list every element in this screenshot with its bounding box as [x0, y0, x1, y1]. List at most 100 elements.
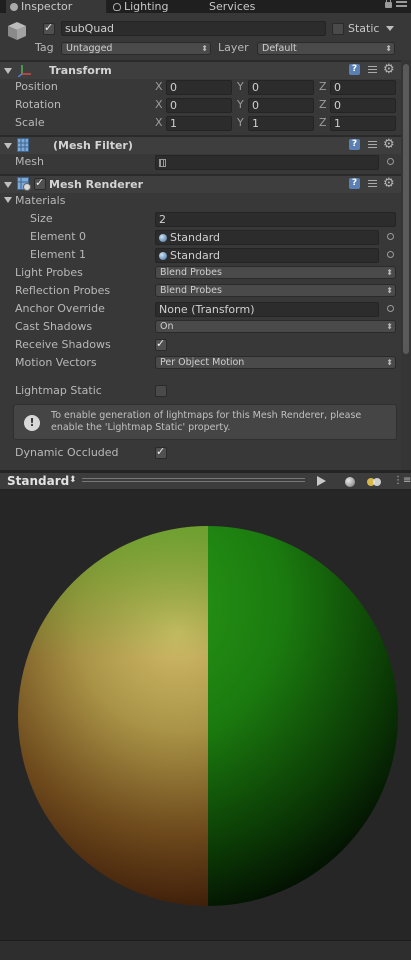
lightmap-static-label: Lightmap Static: [15, 384, 102, 397]
preset-icon[interactable]: [367, 64, 378, 75]
preset-icon[interactable]: [367, 139, 378, 150]
axis-y-label: Y: [237, 116, 244, 129]
transform-axes-icon: [18, 65, 31, 77]
tab-inspector[interactable]: Inspector: [6, 0, 107, 13]
lock-icon[interactable]: [385, 0, 392, 8]
gear-icon[interactable]: ⚙: [383, 137, 395, 152]
axis-z-label: Z: [319, 98, 327, 111]
preview-sphere[interactable]: [0, 490, 411, 940]
axis-x-label: X: [155, 80, 163, 93]
object-picker-icon[interactable]: [387, 233, 394, 240]
mesh-renderer-enabled-checkbox[interactable]: [34, 176, 46, 190]
element0-label: Element 0: [30, 230, 87, 243]
dynamic-occluded-label: Dynamic Occluded: [15, 446, 119, 459]
preview-footer: [0, 940, 411, 960]
mesh-object-field[interactable]: [155, 155, 379, 170]
object-picker-icon[interactable]: [387, 305, 394, 312]
dynamic-occluded-checkbox[interactable]: [155, 445, 167, 459]
anchor-override-field[interactable]: None (Transform): [155, 302, 379, 317]
preview-title-dropdown[interactable]: Standard: [7, 474, 69, 488]
materials-label[interactable]: Materials: [15, 194, 65, 207]
mesh-renderer-title: Mesh Renderer: [49, 178, 144, 191]
lightmap-static-checkbox[interactable]: [155, 385, 167, 397]
preview-toolbar: Standard ⬍ ⋮≡: [0, 473, 411, 490]
drag-handle[interactable]: [82, 478, 305, 484]
materials-size-field[interactable]: 2: [155, 212, 396, 227]
help-icon[interactable]: ?: [349, 139, 360, 150]
static-checkbox[interactable]: [332, 23, 344, 35]
element1-field[interactable]: Standard: [155, 248, 379, 263]
static-label: Static: [348, 22, 380, 35]
foldout-arrow-icon[interactable]: [4, 68, 12, 74]
preview-menu-icon[interactable]: ⋮≡: [393, 475, 411, 486]
layer-dropdown[interactable]: Default: [257, 42, 395, 55]
mesh-filter-icon: [17, 138, 29, 152]
scale-y-field[interactable]: 1: [248, 116, 314, 131]
position-x-field[interactable]: 0: [166, 80, 232, 95]
anchor-override-label: Anchor Override: [15, 302, 105, 315]
motion-vectors-label: Motion Vectors: [15, 356, 97, 369]
material-icon: [159, 252, 167, 260]
axis-z-label: Z: [319, 80, 327, 93]
dropdown-arrow-icon[interactable]: ⬍: [69, 475, 77, 485]
cast-shadows-label: Cast Shadows: [15, 320, 93, 333]
position-label: Position: [15, 80, 58, 93]
mesh-icon: [159, 159, 166, 167]
tab-services[interactable]: Services: [209, 0, 279, 13]
light-probes-label: Light Probes: [15, 266, 83, 279]
transform-header[interactable]: Transform ? ⚙: [0, 62, 401, 79]
axis-z-label: Z: [319, 116, 327, 129]
object-active-checkbox[interactable]: [43, 21, 55, 35]
mesh-renderer-icon: [17, 177, 31, 191]
mesh-label: Mesh: [15, 155, 44, 168]
mesh-filter-title: (Mesh Filter): [53, 139, 133, 152]
help-icon[interactable]: ?: [349, 178, 360, 189]
tab-menu-icon[interactable]: [396, 1, 407, 11]
scale-z-field[interactable]: 1: [330, 116, 396, 131]
cast-shadows-dropdown[interactable]: On: [155, 320, 396, 333]
axis-x-label: X: [155, 116, 163, 129]
static-dropdown-icon[interactable]: [386, 26, 394, 31]
reflection-probes-dropdown[interactable]: Blend Probes: [155, 284, 396, 297]
object-picker-icon[interactable]: [387, 251, 394, 258]
foldout-arrow-icon[interactable]: [4, 182, 12, 188]
help-icon[interactable]: ?: [349, 64, 360, 75]
scrollbar-thumb[interactable]: [403, 64, 409, 354]
help-text: To enable generation of lightmaps for th…: [51, 410, 362, 433]
play-icon[interactable]: [317, 476, 326, 486]
motion-vectors-dropdown[interactable]: Per Object Motion: [155, 356, 396, 369]
rotation-label: Rotation: [15, 98, 62, 111]
tag-label: Tag: [35, 41, 54, 54]
element0-field[interactable]: Standard: [155, 230, 379, 245]
rotation-x-field[interactable]: 0: [166, 98, 232, 113]
materials-foldout-icon[interactable]: [4, 197, 12, 203]
preview-mesh-icon[interactable]: [345, 477, 355, 487]
rotation-y-field[interactable]: 0: [248, 98, 314, 113]
tag-dropdown[interactable]: Untagged: [61, 42, 211, 55]
tab-lighting[interactable]: Lighting: [113, 0, 193, 13]
preview-light-icon[interactable]: [367, 478, 381, 486]
gear-icon[interactable]: ⚙: [383, 62, 395, 77]
axis-x-label: X: [155, 98, 163, 111]
scale-x-field[interactable]: 1: [166, 116, 232, 131]
bulb-icon: [113, 3, 121, 11]
preset-icon[interactable]: [367, 178, 378, 189]
rotation-z-field[interactable]: 0: [330, 98, 396, 113]
mesh-renderer-header[interactable]: Mesh Renderer ? ⚙: [0, 176, 401, 193]
receive-shadows-label: Receive Shadows: [15, 338, 111, 351]
mesh-filter-header[interactable]: (Mesh Filter) ? ⚙: [0, 137, 401, 154]
gear-icon[interactable]: ⚙: [383, 176, 395, 191]
position-z-field[interactable]: 0: [330, 80, 396, 95]
receive-shadows-checkbox[interactable]: [155, 337, 167, 351]
tab-bar: Inspector Lighting Services: [0, 0, 411, 13]
cube-icon: [8, 22, 26, 40]
info-icon: [10, 3, 18, 11]
layer-label: Layer: [218, 41, 249, 54]
light-probes-dropdown[interactable]: Blend Probes: [155, 266, 396, 279]
axis-y-label: Y: [237, 80, 244, 93]
reflection-probes-label: Reflection Probes: [15, 284, 111, 297]
object-name-field[interactable]: subQuad: [61, 21, 326, 36]
foldout-arrow-icon[interactable]: [4, 143, 12, 149]
position-y-field[interactable]: 0: [248, 80, 314, 95]
object-picker-icon[interactable]: [387, 158, 394, 165]
